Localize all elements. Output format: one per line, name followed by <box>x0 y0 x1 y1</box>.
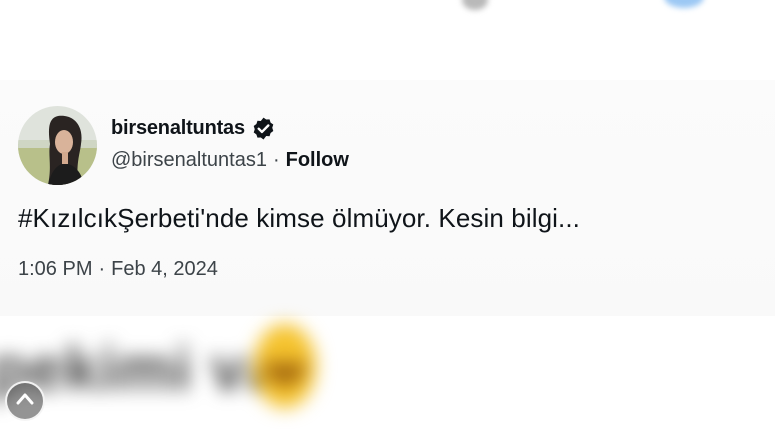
laughing-emoji-icon <box>254 324 316 408</box>
author-name-row: birsenaltuntas <box>111 114 276 142</box>
separator-dot: · <box>98 258 106 280</box>
avatar[interactable] <box>18 106 97 185</box>
tweet-date: Feb 4, 2024 <box>111 258 218 280</box>
timestamp[interactable]: 1:06 PM · Feb 4, 2024 <box>18 258 218 281</box>
verified-badge-icon <box>251 116 276 141</box>
separator-dot: · <box>272 148 280 171</box>
blurred-caption: pekimi var <box>0 320 350 420</box>
blurred-blue-shape <box>664 0 704 8</box>
user-handle[interactable]: @birsenaltuntas1 <box>111 149 267 172</box>
tweet-time: 1:06 PM <box>18 258 93 280</box>
blurred-grey-shape <box>462 0 488 10</box>
handle-row: @birsenaltuntas1 · Follow <box>111 146 349 174</box>
display-name[interactable]: birsenaltuntas <box>111 117 245 140</box>
tweet-text: #KızılcıkŞerbeti'nde kimse ölmüyor. Kesi… <box>18 203 580 233</box>
follow-button[interactable]: Follow <box>286 149 349 172</box>
blurred-top-edge <box>0 0 775 12</box>
scroll-top-button[interactable] <box>5 381 45 421</box>
chevron-up-icon <box>16 392 34 411</box>
